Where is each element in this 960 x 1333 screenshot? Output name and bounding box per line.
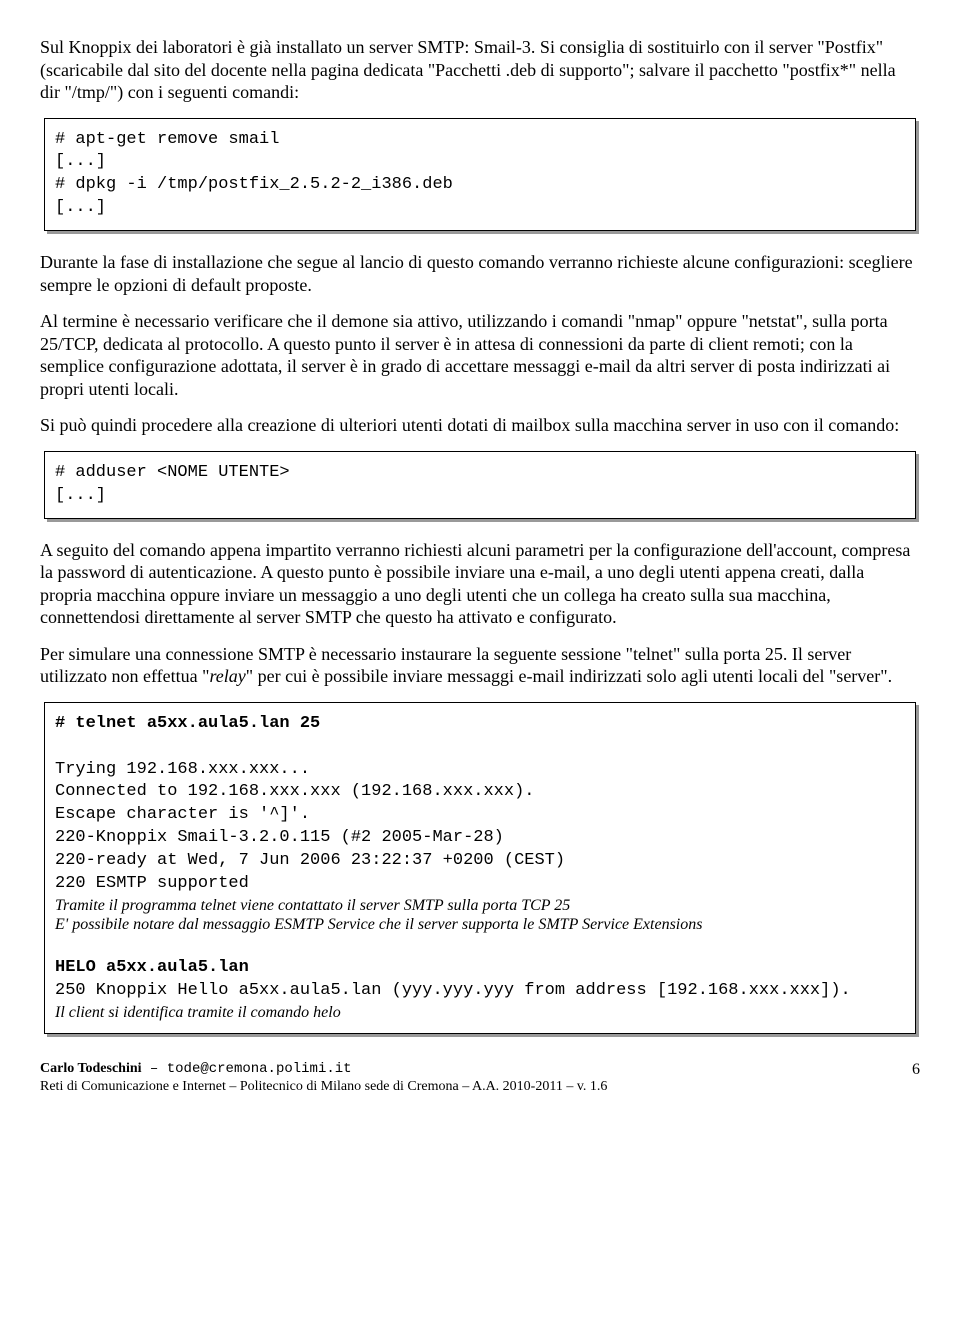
footer-course: Reti di Comunicazione e Internet – Polit… (40, 1079, 607, 1094)
paragraph-install-note: Durante la fase di installazione che seg… (40, 251, 920, 296)
code-line: 220 ESMTP supported (55, 874, 249, 893)
helo-note: Il client si identifica tramite il coman… (55, 1003, 905, 1022)
code-line: 220-Knoppix Smail-3.2.0.115 (#2 2005-Mar… (55, 828, 504, 847)
footer-author: Carlo Todeschini – tode@cremona.polimi.i… (40, 1061, 352, 1076)
relay-italic: relay (209, 666, 245, 686)
helo-cmd: HELO a5xx.aula5.lan (55, 958, 249, 977)
code-block-install: # apt-get remove smail [...] # dpkg -i /… (44, 118, 916, 232)
paragraph-telnet-intro: Per simulare una connessione SMTP è nece… (40, 643, 920, 688)
paragraph-after-adduser: A seguito del comando appena impartito v… (40, 539, 920, 629)
paragraph-adduser-intro: Si può quindi procedere alla creazione d… (40, 414, 920, 437)
paragraph-intro: Sul Knoppix dei laboratori è già install… (40, 36, 920, 104)
paragraph-verify: Al termine è necessario verificare che i… (40, 310, 920, 400)
code-line: 220-ready at Wed, 7 Jun 2006 23:22:37 +0… (55, 851, 565, 870)
code-line: Trying 192.168.xxx.xxx... (55, 760, 310, 779)
telnet-cmd: # telnet a5xx.aula5.lan 25 (55, 714, 320, 733)
author-name: Carlo Todeschini (40, 1061, 142, 1076)
page-footer: 6 Carlo Todeschini – tode@cremona.polimi… (40, 1060, 920, 1096)
author-email: – tode@cremona.polimi.it (142, 1061, 352, 1077)
code-line: 250 Knoppix Hello a5xx.aula5.lan (yyy.yy… (55, 981, 851, 1000)
telnet-note-2: E' possibile notare dal messaggio ESMTP … (55, 915, 905, 934)
code-block-telnet: # telnet a5xx.aula5.lan 25 Trying 192.16… (44, 702, 916, 1034)
code-block-adduser: # adduser <NOME UTENTE> [...] (44, 451, 916, 519)
text: " per cui è possibile inviare messaggi e… (246, 666, 892, 686)
page-number: 6 (912, 1060, 920, 1081)
code-line: Escape character is '^]'. (55, 805, 310, 824)
code-line: Connected to 192.168.xxx.xxx (192.168.xx… (55, 782, 534, 801)
telnet-note-1: Tramite il programma telnet viene contat… (55, 896, 905, 915)
